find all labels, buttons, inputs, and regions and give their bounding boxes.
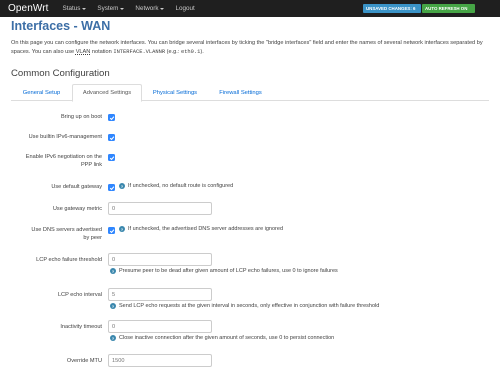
ipv6-negotiation-checkbox[interactable] (108, 154, 115, 161)
check-icon (109, 135, 114, 140)
chevron-down-icon (120, 7, 125, 10)
chevron-down-icon (82, 7, 87, 10)
tab-physical-settings[interactable]: Physical Settings (142, 84, 208, 101)
lcp-failure-label: LCP echo failure threshold (36, 257, 102, 263)
bring-up-label: Bring up on boot (60, 114, 102, 120)
brand-logo[interactable]: OpenWrt (8, 3, 49, 14)
default-gateway-label: Use default gateway (51, 184, 102, 190)
config-tabs: General Setup Advanced Settings Physical… (11, 84, 489, 102)
check-icon (109, 155, 114, 160)
help-icon: ? (119, 226, 125, 232)
bring-up-checkbox[interactable] (108, 114, 115, 121)
check-icon (109, 115, 114, 120)
gateway-metric-label: Use gateway metric (52, 206, 102, 212)
page-title: Interfaces - WAN (11, 19, 111, 33)
top-navbar: OpenWrt Status System Network Logout UNS… (0, 0, 500, 17)
menu-status[interactable]: Status (63, 5, 87, 12)
lcp-interval-input[interactable] (108, 288, 212, 301)
dns-peer-label: Use DNS servers advertised by peer (31, 227, 102, 241)
inactivity-timeout-help: ? Close inactive connection after the giv… (110, 335, 335, 341)
help-icon: ? (110, 268, 116, 274)
lcp-failure-help: ? Presume peer to be dead after given amo… (110, 268, 338, 274)
inactivity-timeout-label: Inactivity timeout (60, 324, 102, 330)
lcp-interval-label: LCP echo interval (57, 292, 102, 298)
notation-code: INTERFACE.VLANNR (113, 48, 166, 55)
tab-firewall-settings[interactable]: Firewall Settings (208, 84, 273, 101)
help-icon: ? (110, 303, 116, 309)
inactivity-timeout-input[interactable] (108, 320, 212, 333)
check-icon (109, 185, 114, 190)
auto-refresh-badge[interactable]: AUTO REFRESH ON (422, 4, 475, 13)
tab-general-setup[interactable]: General Setup (11, 84, 72, 101)
ipv6-management-label: Use builtin IPv6-management (28, 134, 102, 140)
page-description: On this page you can configure the netwo… (11, 40, 483, 55)
example-code: eth0.1 (180, 48, 201, 55)
tab-advanced-settings[interactable]: Advanced Settings (72, 84, 142, 102)
menu-system[interactable]: System (97, 5, 125, 12)
lcp-failure-input[interactable] (108, 253, 212, 266)
chevron-down-icon (160, 7, 165, 10)
section-title: Common Configuration (11, 68, 110, 79)
default-gateway-help: ? If unchecked, no default route is confi… (119, 183, 234, 189)
menu-logout[interactable]: Logout (175, 5, 194, 12)
dns-peer-help: ? If unchecked, the advertised DNS server… (119, 226, 283, 232)
dns-peer-checkbox[interactable] (108, 227, 115, 234)
ipv6-management-checkbox[interactable] (108, 134, 115, 141)
override-mtu-input[interactable] (108, 354, 212, 367)
unsaved-changes-badge[interactable]: UNSAVED CHANGES: 6 (363, 4, 421, 13)
vlan-abbr: VLAN (75, 48, 91, 55)
lcp-interval-help: ? Send LCP echo requests at the given int… (110, 303, 380, 309)
gateway-metric-input[interactable] (108, 202, 212, 215)
menu-network[interactable]: Network (135, 5, 165, 12)
check-icon (109, 228, 114, 233)
override-mtu-label: Override MTU (66, 358, 102, 364)
default-gateway-checkbox[interactable] (108, 184, 115, 191)
help-icon: ? (119, 183, 125, 189)
ipv6-negotiation-label: Enable IPv6 negotiation on the PPP link (25, 154, 102, 168)
help-icon: ? (110, 335, 116, 341)
main-menu: Status System Network Logout (63, 5, 206, 12)
